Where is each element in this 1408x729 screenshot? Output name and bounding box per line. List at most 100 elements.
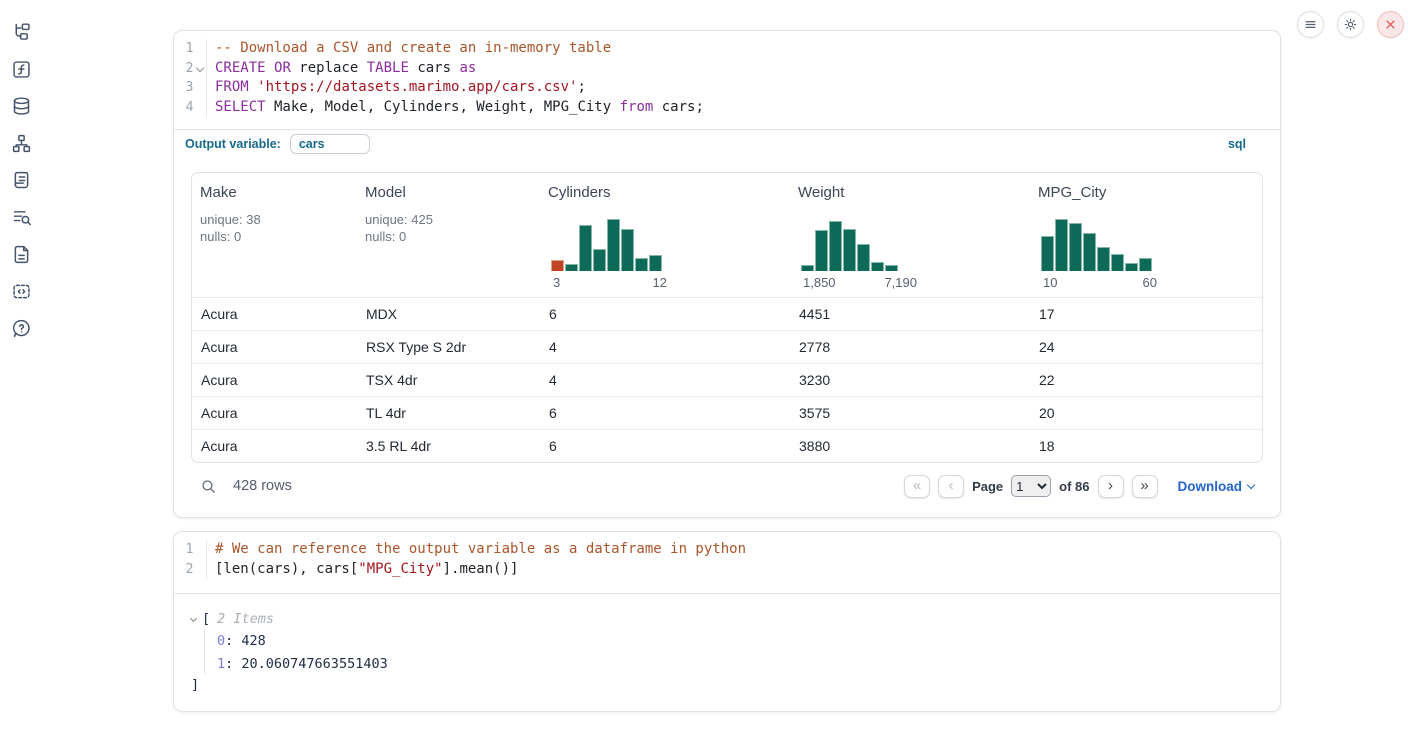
hist-bar[interactable] bbox=[885, 265, 898, 271]
fold-slot bbox=[193, 78, 206, 98]
table-cell: 20 bbox=[1030, 405, 1262, 421]
hist-bar[interactable] bbox=[801, 265, 814, 271]
hist-bar[interactable] bbox=[621, 229, 634, 271]
table-cell: TL 4dr bbox=[357, 405, 540, 421]
histogram-bars bbox=[551, 219, 669, 271]
line-gutter: 2 bbox=[174, 59, 207, 79]
table-row[interactable]: AcuraMDX6445117 bbox=[192, 297, 1262, 330]
column-header-cylinders[interactable]: Cylinders312 bbox=[540, 173, 790, 297]
search-logs-icon[interactable] bbox=[10, 206, 32, 228]
table-cell: 17 bbox=[1030, 306, 1262, 322]
code-token: replace bbox=[291, 60, 367, 76]
code-token: TABLE bbox=[367, 60, 409, 76]
line-gutter: 2 bbox=[174, 560, 207, 580]
tree-items: 0: 4281: 20.060747663551403 bbox=[204, 630, 1280, 675]
table-row[interactable]: AcuraTSX 4dr4323022 bbox=[192, 363, 1262, 396]
column-header-weight[interactable]: Weight1,8507,190 bbox=[790, 173, 1030, 297]
stat-line: unique: 425 bbox=[365, 212, 532, 229]
snippets-icon[interactable] bbox=[10, 280, 32, 302]
file-explorer-icon[interactable] bbox=[10, 21, 32, 43]
download-label: Download bbox=[1178, 479, 1243, 494]
hist-bar[interactable] bbox=[1125, 263, 1138, 271]
hist-bar[interactable] bbox=[843, 229, 856, 271]
hist-bar[interactable] bbox=[871, 262, 884, 271]
python-code-editor[interactable]: 1# We can reference the output variable … bbox=[174, 532, 1280, 594]
documentation-icon[interactable] bbox=[10, 243, 32, 265]
hist-bar[interactable] bbox=[1069, 223, 1082, 271]
hist-bar[interactable] bbox=[607, 219, 620, 271]
table-cell: Acura bbox=[192, 339, 357, 355]
table-row[interactable]: AcuraRSX Type S 2dr4277824 bbox=[192, 330, 1262, 363]
prev-page-button[interactable]: ‹ bbox=[938, 475, 964, 498]
table-cell: TSX 4dr bbox=[357, 372, 540, 388]
output-variable-input[interactable] bbox=[290, 134, 370, 154]
hist-bar[interactable] bbox=[857, 244, 870, 271]
sql-code-editor[interactable]: 1-- Download a CSV and create an in-memo… bbox=[174, 31, 1280, 129]
hist-bar[interactable] bbox=[579, 225, 592, 271]
code-line: 2[len(cars), cars["MPG_City"].mean()] bbox=[174, 560, 1280, 580]
hist-bar[interactable] bbox=[565, 264, 578, 271]
hist-bar[interactable] bbox=[1055, 219, 1068, 271]
hist-bar[interactable] bbox=[551, 260, 564, 271]
column-name: Weight bbox=[798, 184, 1022, 201]
last-page-button[interactable]: » bbox=[1132, 475, 1158, 498]
logs-scroll-icon[interactable] bbox=[10, 169, 32, 191]
help-icon[interactable] bbox=[10, 317, 32, 339]
column-name: Cylinders bbox=[548, 184, 782, 201]
dependency-graph-icon[interactable] bbox=[10, 132, 32, 154]
stat-line: nulls: 0 bbox=[200, 229, 349, 246]
code-token: SELECT bbox=[215, 99, 266, 115]
menu-button[interactable] bbox=[1297, 11, 1324, 38]
tree-item[interactable]: 1: 20.060747663551403 bbox=[217, 653, 1280, 676]
tree-item[interactable]: 0: 428 bbox=[217, 630, 1280, 653]
function-square-icon[interactable] bbox=[10, 58, 32, 80]
page-select[interactable]: 1 bbox=[1011, 475, 1051, 497]
hist-bar[interactable] bbox=[1083, 233, 1096, 271]
fold-chevron-icon[interactable] bbox=[193, 59, 206, 79]
line-number: 3 bbox=[174, 78, 193, 98]
column-stats: unique: 38nulls: 0 bbox=[200, 212, 349, 245]
code-token: FROM bbox=[215, 79, 249, 95]
axis-min-label: 1,850 bbox=[803, 275, 836, 290]
hist-bar[interactable] bbox=[1139, 258, 1152, 271]
histogram-bars bbox=[1041, 219, 1159, 271]
column-header-model[interactable]: Modelunique: 425nulls: 0 bbox=[357, 173, 540, 297]
download-button[interactable]: Download bbox=[1178, 479, 1255, 494]
code-text: FROM 'https://datasets.marimo.app/cars.c… bbox=[207, 78, 586, 98]
code-text: -- Download a CSV and create an in-memor… bbox=[207, 39, 611, 59]
hist-bar[interactable] bbox=[1041, 236, 1054, 271]
hist-bar[interactable] bbox=[829, 221, 842, 271]
column-header-make[interactable]: Makeunique: 38nulls: 0 bbox=[192, 173, 357, 297]
line-gutter: 4 bbox=[174, 98, 207, 118]
search-icon[interactable] bbox=[200, 478, 217, 495]
hist-bar[interactable] bbox=[635, 258, 648, 271]
table-body: AcuraMDX6445117AcuraRSX Type S 2dr427782… bbox=[192, 297, 1262, 462]
item-index: 1 bbox=[217, 656, 225, 672]
table-row[interactable]: Acura3.5 RL 4dr6388018 bbox=[192, 429, 1262, 462]
line-number: 2 bbox=[174, 560, 193, 580]
hist-bar[interactable] bbox=[649, 255, 662, 271]
code-line: 1# We can reference the output variable … bbox=[174, 540, 1280, 560]
collapse-chevron-icon[interactable] bbox=[191, 618, 202, 621]
page-label: Page bbox=[972, 479, 1003, 494]
next-page-button[interactable]: › bbox=[1098, 475, 1124, 498]
hist-bar[interactable] bbox=[593, 249, 606, 271]
table-cell: Acura bbox=[192, 438, 357, 454]
code-line: 4SELECT Make, Model, Cylinders, Weight, … bbox=[174, 98, 1280, 118]
code-line: 1-- Download a CSV and create an in-memo… bbox=[174, 39, 1280, 59]
column-header-mpg_city[interactable]: MPG_City1060 bbox=[1030, 173, 1262, 297]
table-row[interactable]: AcuraTL 4dr6357520 bbox=[192, 396, 1262, 429]
sidebar bbox=[10, 21, 32, 339]
shutdown-button[interactable] bbox=[1377, 11, 1404, 38]
table-cell: 3.5 RL 4dr bbox=[357, 438, 540, 454]
hist-bar[interactable] bbox=[1111, 254, 1124, 271]
hist-bar[interactable] bbox=[1097, 247, 1110, 271]
database-icon[interactable] bbox=[10, 95, 32, 117]
hist-bar[interactable] bbox=[815, 230, 828, 271]
data-table: Makeunique: 38nulls: 0Modelunique: 425nu… bbox=[191, 172, 1263, 463]
code-token: "MPG_City" bbox=[358, 561, 442, 577]
table-footer: 428 rows « ‹ Page 1 of 86 › » Download bbox=[191, 470, 1263, 502]
first-page-button[interactable]: « bbox=[904, 475, 930, 498]
settings-button[interactable] bbox=[1337, 11, 1364, 38]
line-number: 1 bbox=[174, 540, 193, 560]
